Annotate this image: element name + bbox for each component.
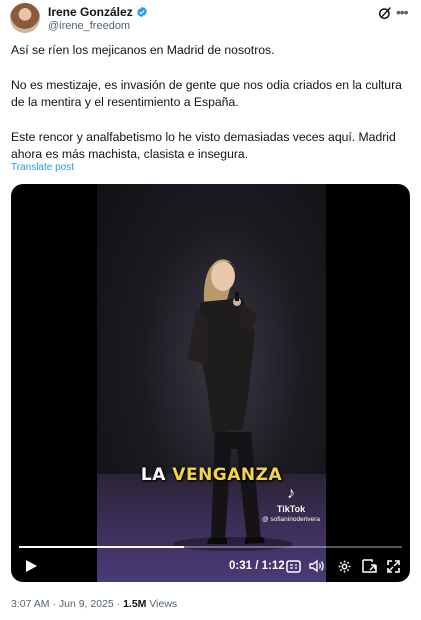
tweet-paragraph: Así se ríen los mejicanos en Madrid de n… <box>11 43 275 57</box>
video-time: 0:31 / 1:12 <box>229 560 285 572</box>
settings-icon[interactable] <box>335 556 353 576</box>
video-caption-plain: LA <box>140 465 173 485</box>
picture-in-picture-icon[interactable] <box>360 556 378 576</box>
views-label: Views <box>146 598 178 610</box>
video-controls: 0:31 / 1:12 <box>11 556 410 578</box>
performer-figure <box>173 259 293 551</box>
video-player[interactable]: LA VENGANZA ♪ TikTok @ sofianinoderivera… <box>11 184 410 582</box>
author-name-row[interactable]: Irene González <box>48 5 148 19</box>
views-count: 1.5M <box>123 598 147 610</box>
grok-icon[interactable] <box>377 5 393 21</box>
video-caption-accent: VENGANZA <box>172 465 283 485</box>
tiktok-watermark: ♪ TikTok @ sofianinoderivera <box>256 485 326 524</box>
tweet-text: Así se ríen los mejicanos en Madrid de n… <box>11 42 411 164</box>
video-progress-bar[interactable] <box>19 546 402 548</box>
more-icon[interactable]: ••• <box>396 5 412 21</box>
tweet-paragraph: No es mestizaje, es invasión de gente qu… <box>11 77 402 110</box>
tweet-header: Irene González @irene_freedom ••• <box>10 3 411 35</box>
author-handle[interactable]: @irene_freedom <box>48 20 130 32</box>
tiktok-brand: TikTok <box>276 504 306 514</box>
translate-post-link[interactable]: Translate post <box>11 162 74 173</box>
tiktok-icon: ♪ <box>287 485 295 502</box>
verified-badge-icon <box>136 6 147 18</box>
video-caption: LA VENGANZA <box>97 465 326 485</box>
post-timestamp[interactable]: 3:07 AM · Jun 9, 2025 · <box>11 598 123 610</box>
tiktok-username: @ sofianinoderivera <box>262 516 320 523</box>
author-display-name[interactable]: Irene González <box>48 5 133 19</box>
captions-icon[interactable] <box>284 556 302 576</box>
play-icon[interactable] <box>21 556 41 576</box>
volume-icon[interactable] <box>308 556 326 576</box>
avatar[interactable] <box>10 3 40 33</box>
fullscreen-icon[interactable] <box>384 556 402 576</box>
video-progress-fill <box>19 546 184 548</box>
tweet-meta: 3:07 AM · Jun 9, 2025 · 1.5M Views <box>11 598 177 610</box>
tweet-paragraph: Este rencor y analfabetismo lo he visto … <box>11 130 396 162</box>
